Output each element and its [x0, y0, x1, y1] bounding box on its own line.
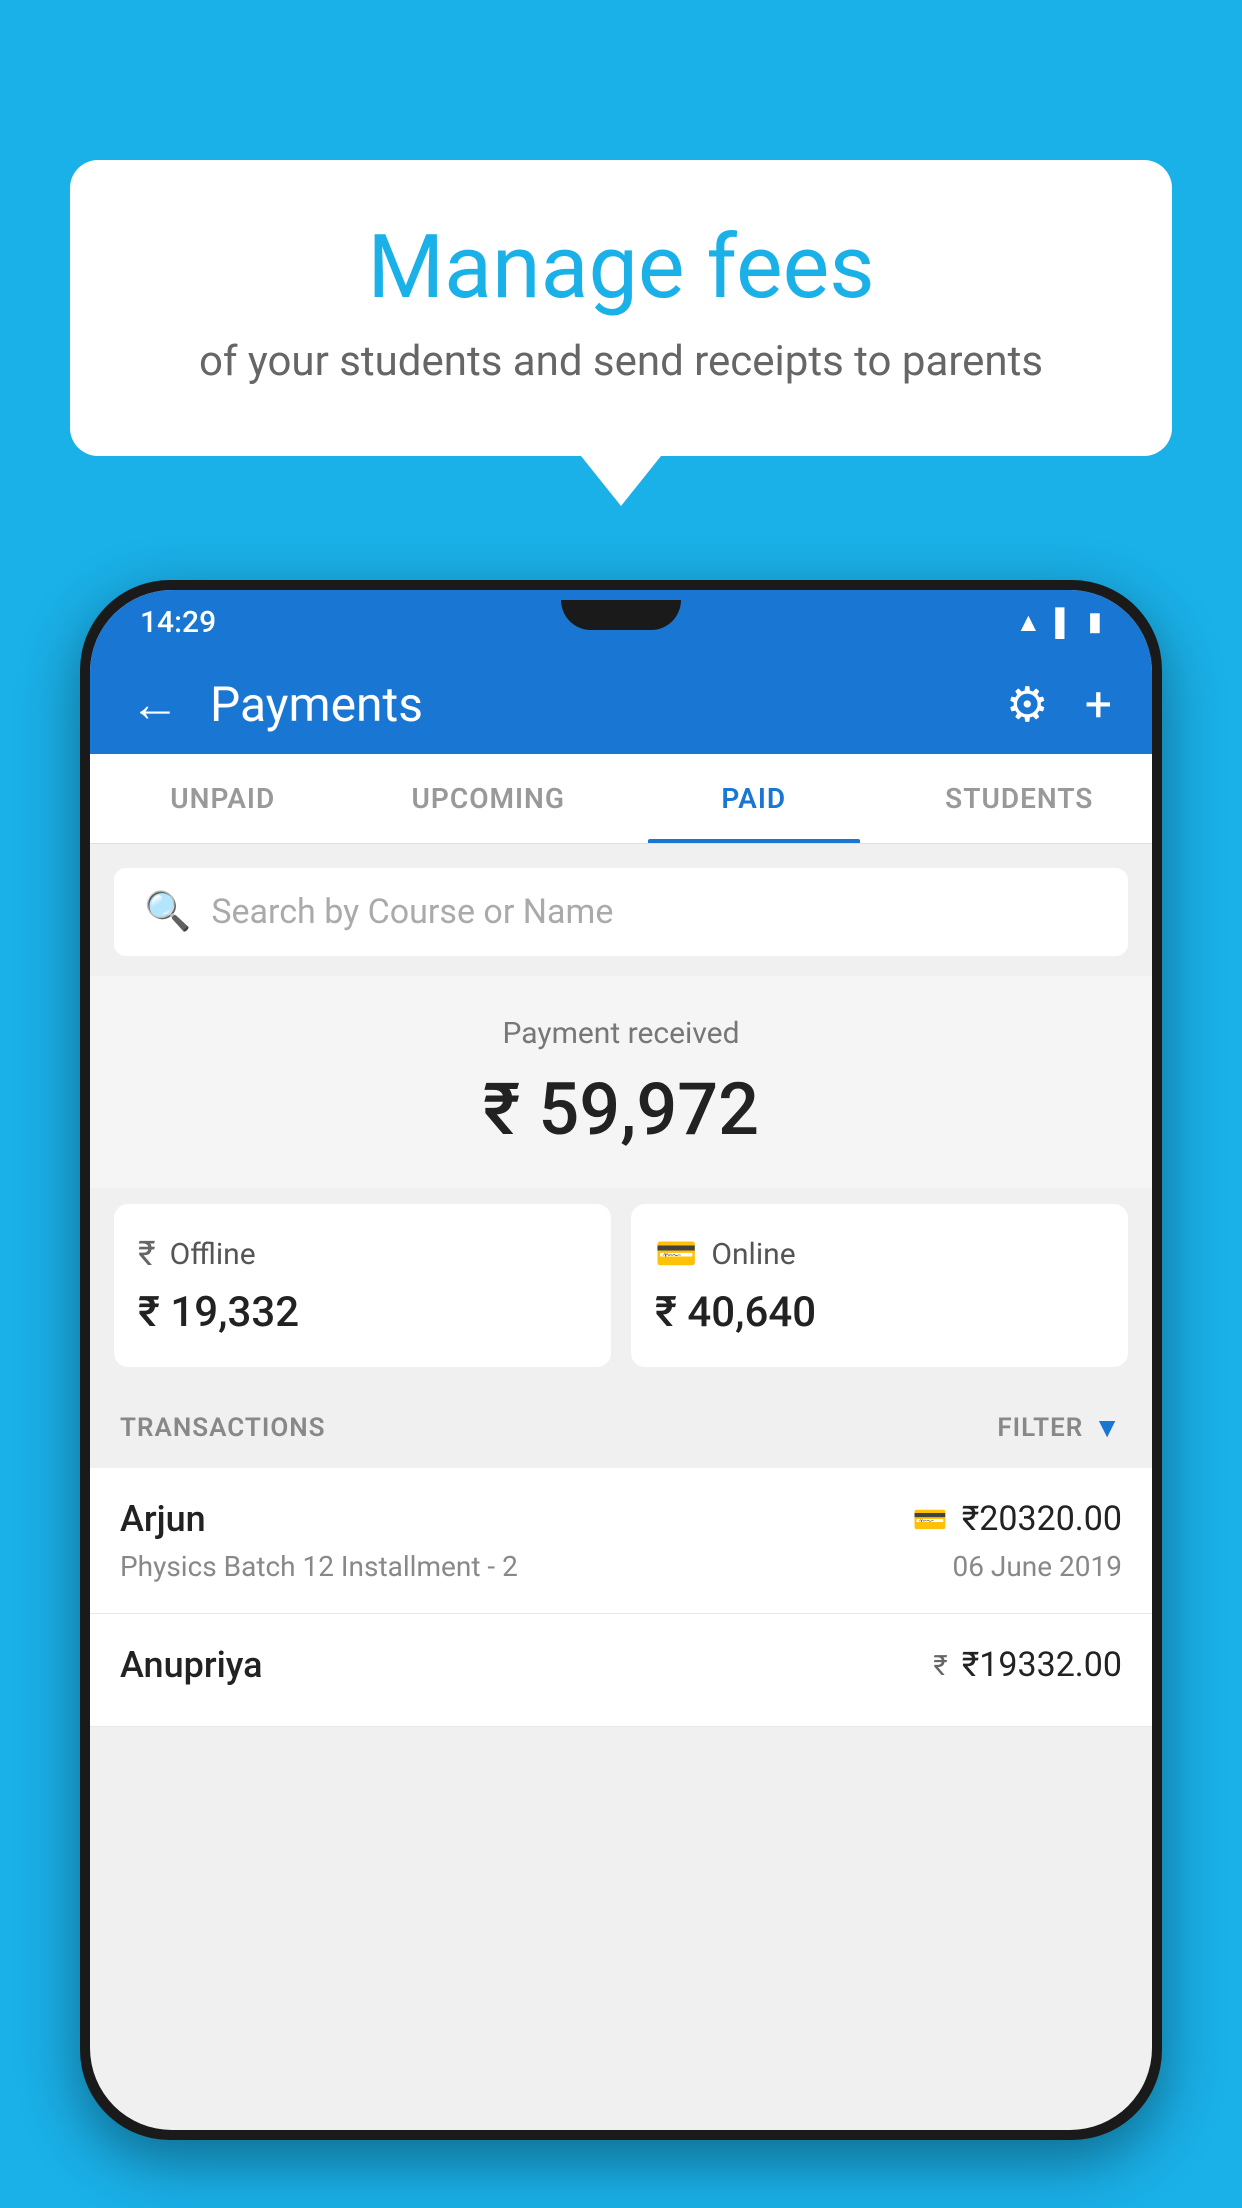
transaction-course: Physics Batch 12 Installment - 2 [120, 1550, 518, 1583]
phone-screen: 14:29 ▲ ▌ ▮ ← Payments ⚙ + UNPAID UPCO [90, 590, 1152, 2130]
online-label: Online [711, 1237, 795, 1272]
speech-bubble: Manage fees of your students and send re… [70, 160, 1172, 456]
offline-amount: ₹ 19,332 [138, 1288, 587, 1337]
search-bar[interactable]: 🔍 Search by Course or Name [114, 868, 1128, 956]
transaction-name: Anupriya [120, 1644, 263, 1686]
transactions-header: TRANSACTIONS FILTER ▼ [90, 1387, 1152, 1468]
payment-received-label: Payment received [120, 1016, 1122, 1051]
transaction-amount: ₹20320.00 [962, 1499, 1122, 1539]
transaction-row[interactable]: Arjun 💳 ₹20320.00 Physics Batch 12 Insta… [90, 1468, 1152, 1614]
offline-card-header: ₹ Offline [138, 1234, 587, 1274]
signal-icon: ▌ [1055, 607, 1073, 638]
speech-bubble-title: Manage fees [150, 220, 1092, 317]
cash-icon: ₹ [933, 1649, 947, 1682]
transaction-name: Arjun [120, 1498, 206, 1540]
search-icon: 🔍 [144, 890, 191, 934]
phone-container: 14:29 ▲ ▌ ▮ ← Payments ⚙ + UNPAID UPCO [80, 580, 1162, 2208]
offline-icon: ₹ [138, 1234, 156, 1274]
app-bar: ← Payments ⚙ + [90, 654, 1152, 754]
filter-icon: ▼ [1093, 1411, 1122, 1444]
transaction-bottom: Physics Batch 12 Installment - 2 06 June… [120, 1550, 1122, 1583]
tab-paid[interactable]: PAID [621, 754, 887, 843]
app-bar-actions: ⚙ + [1006, 676, 1112, 733]
filter-label: FILTER [997, 1413, 1083, 1443]
back-button[interactable]: ← [130, 675, 180, 734]
status-icons: ▲ ▌ ▮ [1016, 607, 1102, 638]
transaction-amount-wrapper: ₹ ₹19332.00 [933, 1645, 1122, 1685]
payment-cards: ₹ Offline ₹ 19,332 💳 Online ₹ 40,640 [90, 1204, 1152, 1387]
transaction-amount-wrapper: 💳 ₹20320.00 [913, 1499, 1122, 1539]
search-placeholder: Search by Course or Name [211, 892, 613, 932]
online-amount: ₹ 40,640 [655, 1288, 1104, 1337]
wifi-icon: ▲ [1016, 607, 1042, 638]
tab-upcoming[interactable]: UPCOMING [356, 754, 622, 843]
transaction-row[interactable]: Anupriya ₹ ₹19332.00 [90, 1614, 1152, 1727]
speech-bubble-subtitle: of your students and send receipts to pa… [150, 337, 1092, 386]
offline-label: Offline [170, 1237, 256, 1272]
transaction-top: Anupriya ₹ ₹19332.00 [120, 1644, 1122, 1686]
online-card-header: 💳 Online [655, 1234, 1104, 1274]
tabs: UNPAID UPCOMING PAID STUDENTS [90, 754, 1152, 844]
phone: 14:29 ▲ ▌ ▮ ← Payments ⚙ + UNPAID UPCO [80, 580, 1162, 2140]
online-payment-card: 💳 Online ₹ 40,640 [631, 1204, 1128, 1367]
phone-notch [561, 600, 681, 630]
speech-bubble-arrow [581, 456, 661, 506]
online-icon: 💳 [655, 1234, 697, 1274]
filter-button[interactable]: FILTER ▼ [997, 1411, 1122, 1444]
payment-summary: Payment received ₹ 59,972 [90, 976, 1152, 1188]
tab-unpaid[interactable]: UNPAID [90, 754, 356, 843]
add-icon[interactable]: + [1085, 676, 1112, 733]
transactions-label: TRANSACTIONS [120, 1413, 326, 1443]
battery-icon: ▮ [1088, 607, 1102, 637]
transaction-top: Arjun 💳 ₹20320.00 [120, 1498, 1122, 1540]
tab-students[interactable]: STUDENTS [887, 754, 1153, 843]
speech-bubble-container: Manage fees of your students and send re… [70, 160, 1172, 506]
transaction-amount: ₹19332.00 [962, 1645, 1122, 1685]
transaction-date: 06 June 2019 [952, 1550, 1122, 1583]
card-icon: 💳 [913, 1503, 948, 1536]
payment-total-amount: ₹ 59,972 [120, 1067, 1122, 1152]
offline-payment-card: ₹ Offline ₹ 19,332 [114, 1204, 611, 1367]
app-bar-title: Payments [210, 676, 976, 733]
settings-icon[interactable]: ⚙ [1006, 676, 1049, 733]
status-time: 14:29 [140, 605, 216, 640]
